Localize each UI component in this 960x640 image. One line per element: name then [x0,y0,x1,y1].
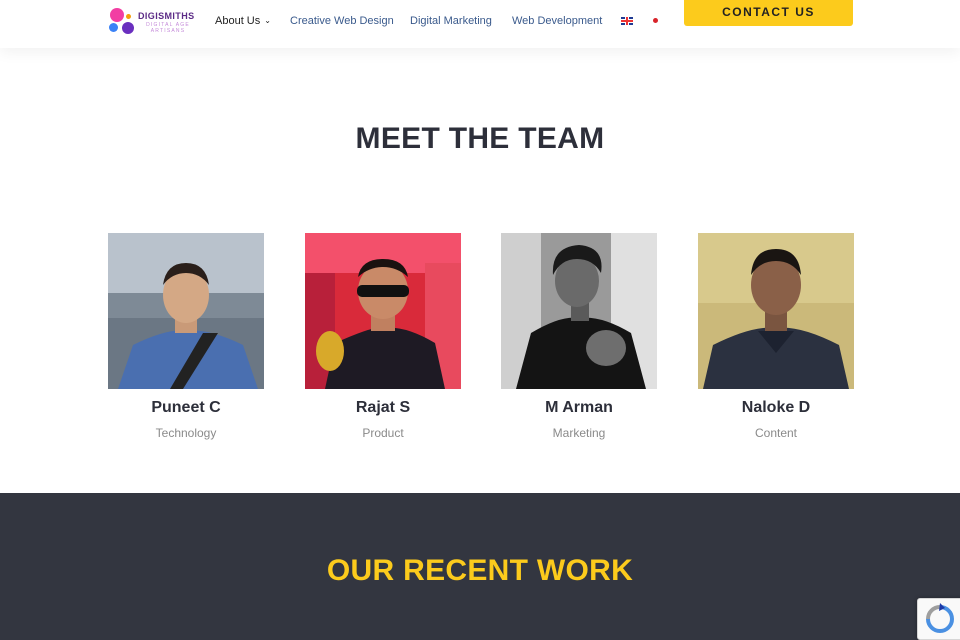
member-role: Marketing [552,426,606,440]
nav-item-about-us[interactable]: About Us ⌄ [215,15,271,27]
recent-work-title: OUR RECENT WORK [326,554,634,587]
member-name: Naloke D [741,399,811,416]
recent-work-section: OUR RECENT WORK [0,493,960,640]
member-photo [305,233,461,389]
team-member-card: Puneet C Technology [108,233,264,440]
team-member-card: M Arman Marketing [501,233,657,440]
recaptcha-icon [926,603,954,633]
contact-us-button[interactable]: CONTACT US [684,0,853,26]
recaptcha-badge[interactable] [917,598,960,640]
member-name: Rajat S [355,399,411,416]
member-role: Product [362,426,404,440]
site-header: DIGISMITHS DIGITAL AGE ARTISANS About Us… [0,0,960,48]
chevron-down-icon: ⌄ [264,16,271,25]
logo-tagline: DIGITAL AGE ARTISANS [146,22,190,34]
team-section-title: MEET THE TEAM [355,122,605,155]
english-flag-icon[interactable] [621,17,633,25]
team-member-card: Naloke D Content [698,233,854,440]
japanese-flag-icon[interactable] [650,17,662,25]
logo-name: DIGISMITHS [138,11,195,21]
member-photo [698,233,854,389]
site-logo[interactable]: DIGISMITHS DIGITAL AGE ARTISANS [108,6,200,40]
nav-item-label: About Us [215,15,261,27]
member-role: Content [754,426,798,440]
nav-item-digital-marketing[interactable]: Digital Marketing [410,15,492,27]
member-photo [501,233,657,389]
nav-item-web-development[interactable]: Web Development [512,15,602,27]
member-name: Puneet C [151,399,221,416]
team-member-card: Rajat S Product [305,233,461,440]
member-name: M Arman [545,399,613,416]
nav-item-creative-web-design[interactable]: Creative Web Design [290,15,394,27]
logo-icon [108,6,138,36]
member-role: Technology [155,426,217,440]
member-photo [108,233,264,389]
